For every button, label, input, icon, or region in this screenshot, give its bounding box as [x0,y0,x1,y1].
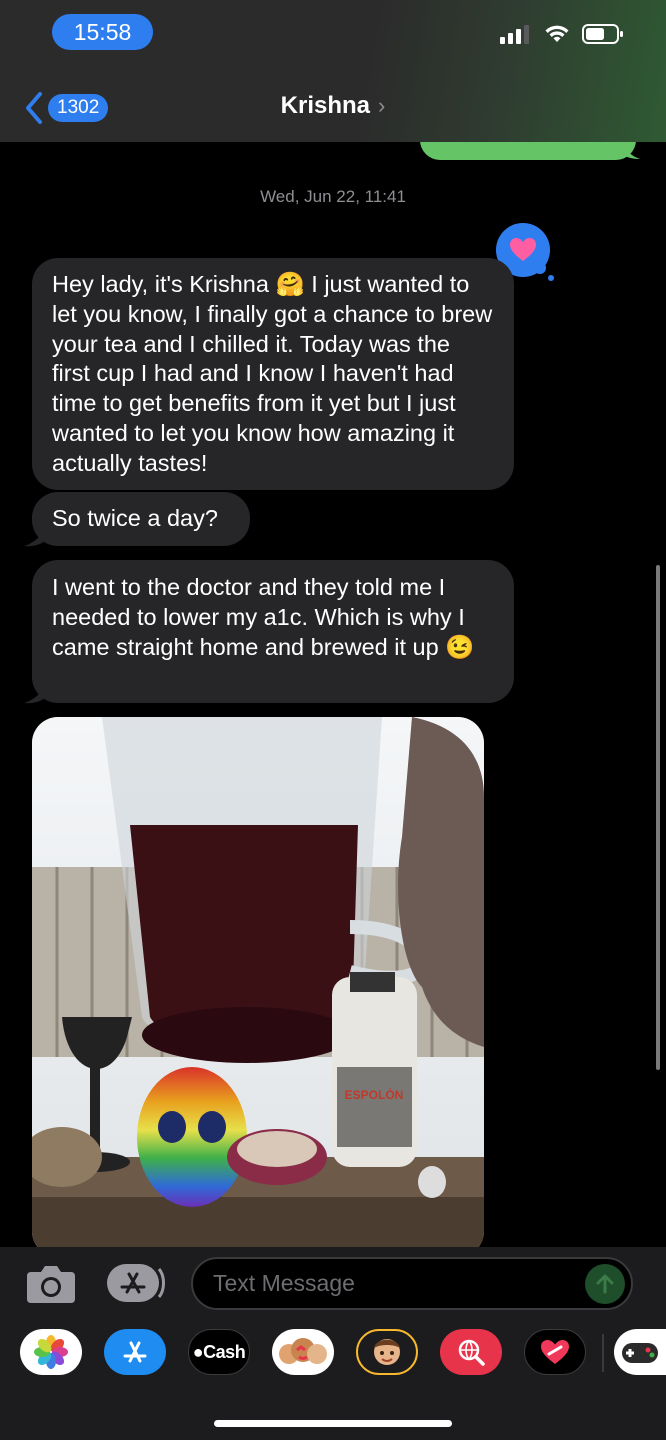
memoji-icon[interactable] [356,1329,418,1375]
app-drawer-divider [602,1334,604,1372]
heart-touch-icon [541,1340,569,1364]
heart-icon [510,238,536,261]
apple-cash-label: ● [192,1341,204,1362]
scroll-indicator[interactable] [656,565,660,1070]
apple-cash-text: Cash [203,1341,246,1362]
magnifier-globe-icon [458,1339,485,1366]
message-text: So twice a day? [52,505,218,531]
navigation-header: 15:58 1302 Krishna › [0,0,666,142]
digital-touch-icon[interactable] [524,1329,586,1375]
status-time[interactable]: 15:58 [52,14,153,50]
photos-icon[interactable] [20,1329,82,1375]
game-pigeon-icon[interactable] [614,1329,666,1375]
apple-cash-icon[interactable]: ● Cash [188,1329,250,1375]
received-bubble-tail [24,683,46,704]
bottle-label: ESPOLÒN [345,1087,404,1102]
status-icons [500,22,624,46]
battery-icon [582,24,623,44]
arrow-up-icon [596,1274,614,1294]
text-message-input[interactable]: Text Message [191,1257,633,1310]
received-message-bubble[interactable]: Hey lady, it's Krishna 🤗 I just wanted t… [32,258,514,490]
wifi-icon [545,25,569,42]
contact-name: Krishna [280,92,371,119]
tapback-tail-dot [534,262,546,274]
conversation-timestamp: Wed, Jun 22, 11:41 [260,187,406,206]
message-text: I went to the doctor and they told me I … [52,574,475,660]
photos-petals [34,1335,68,1369]
contact-name-button[interactable]: Krishna › [0,92,666,120]
app-store-icon[interactable] [104,1329,166,1375]
home-indicator[interactable] [214,1420,452,1427]
cellular-signal-icon [500,25,529,44]
received-message-bubble[interactable]: So twice a day? [32,492,250,546]
game-controller-glyph [622,1343,658,1363]
tapback-tail-dot-small [548,275,554,281]
app-store-drawer-icon[interactable] [107,1264,165,1302]
tea-pitcher-photo: ESPOLÒN [32,717,484,1257]
images-search-icon[interactable] [440,1329,502,1375]
camera-icon[interactable] [26,1264,76,1304]
memoji-stickers-icon[interactable] [272,1329,334,1375]
send-button[interactable] [585,1264,625,1304]
received-bubble-tail [24,526,46,547]
photo-attachment[interactable]: ESPOLÒN [32,717,484,1257]
message-text: Hey lady, it's Krishna 🤗 I just wanted t… [52,271,493,476]
memoji-faces [279,1338,327,1364]
app-store-glyph [123,1341,147,1363]
memoji-face [374,1339,400,1365]
received-message-bubble[interactable]: I went to the doctor and they told me I … [32,560,514,703]
chevron-right-icon: › [378,93,386,118]
